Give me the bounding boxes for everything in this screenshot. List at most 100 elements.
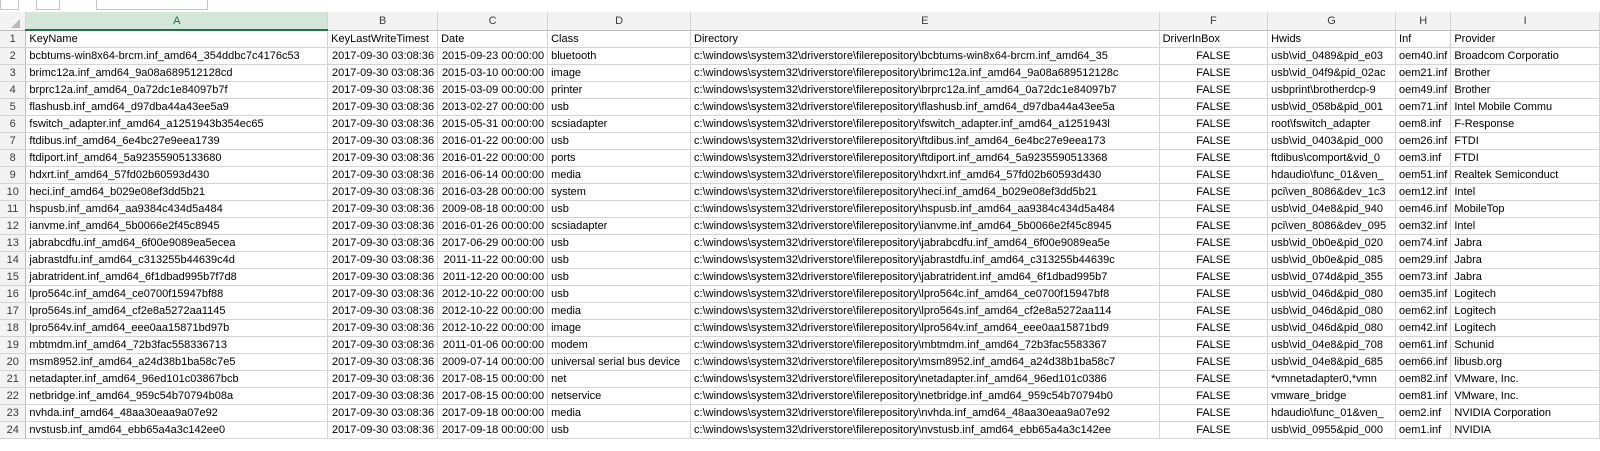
cell-e22[interactable]: c:\windows\system32\driverstore\filerepo… [690, 387, 1160, 405]
cell-i6[interactable]: F-Response [1450, 115, 1600, 133]
cell-a17[interactable]: lpro564s.inf_amd64_cf2e8a5272aa1145 [25, 302, 329, 320]
cell-i17[interactable]: Logitech [1450, 302, 1600, 320]
row-header[interactable]: 14 [0, 251, 27, 269]
cell-b20[interactable]: 2017-09-30 03:08:36 [327, 353, 439, 371]
cell-c22[interactable]: 2017-08-15 00:00:00 [437, 387, 549, 405]
cell-b1[interactable]: KeyLastWriteTimest [327, 30, 439, 48]
cell-h23[interactable]: oem2.inf [1395, 404, 1452, 422]
cell-i24[interactable]: NVIDIA [1450, 421, 1600, 439]
cell-d1[interactable]: Class [547, 30, 692, 48]
cell-b15[interactable]: 2017-09-30 03:08:36 [327, 268, 439, 286]
cell-g19[interactable]: usb\vid_04e8&pid_708 [1267, 336, 1397, 354]
cell-e13[interactable]: c:\windows\system32\driverstore\filerepo… [690, 234, 1160, 252]
cell-i1[interactable]: Provider [1450, 30, 1600, 48]
cell-c7[interactable]: 2016-01-22 00:00:00 [437, 132, 549, 150]
cell-h4[interactable]: oem49.inf [1395, 81, 1452, 99]
cell-h24[interactable]: oem1.inf [1395, 421, 1452, 439]
cell-f19[interactable]: FALSE [1159, 336, 1269, 354]
column-header-h[interactable]: H [1395, 12, 1452, 31]
cell-a22[interactable]: netbridge.inf_amd64_959c54b70794b08a [25, 387, 329, 405]
cell-a7[interactable]: ftdibus.inf_amd64_6e4bc27e9eea1739 [25, 132, 329, 150]
cell-a13[interactable]: jabrabcdfu.inf_amd64_6f00e9089ea5ecea [25, 234, 329, 252]
cell-a10[interactable]: heci.inf_amd64_b029e08ef3dd5b21 [25, 183, 329, 201]
cell-i21[interactable]: VMware, Inc. [1450, 370, 1600, 388]
cell-g18[interactable]: usb\vid_046d&pid_080 [1267, 319, 1397, 337]
cell-g16[interactable]: usb\vid_046d&pid_080 [1267, 285, 1397, 303]
cell-i20[interactable]: libusb.org [1450, 353, 1600, 371]
cell-e7[interactable]: c:\windows\system32\driverstore\filerepo… [690, 132, 1160, 150]
cell-e4[interactable]: c:\windows\system32\driverstore\filerepo… [690, 81, 1160, 99]
cell-b2[interactable]: 2017-09-30 03:08:36 [327, 47, 439, 65]
cell-f17[interactable]: FALSE [1159, 302, 1269, 320]
column-header-e[interactable]: E [690, 12, 1160, 31]
cell-d20[interactable]: universal serial bus device [547, 353, 692, 371]
cell-h9[interactable]: oem51.inf [1395, 166, 1452, 184]
cell-a2[interactable]: bcbtums-win8x64-brcm.inf_amd64_354ddbc7c… [25, 47, 329, 65]
cell-h7[interactable]: oem26.inf [1395, 132, 1452, 150]
row-header[interactable]: 5 [0, 98, 27, 116]
cell-h10[interactable]: oem12.inf [1395, 183, 1452, 201]
cell-a5[interactable]: flashusb.inf_amd64_d97dba44a43ee5a9 [25, 98, 329, 116]
cell-a23[interactable]: nvhda.inf_amd64_48aa30eaa9a07e92 [25, 404, 329, 422]
cell-c9[interactable]: 2016-06-14 00:00:00 [437, 166, 549, 184]
cell-f23[interactable]: FALSE [1159, 404, 1269, 422]
cell-b11[interactable]: 2017-09-30 03:08:36 [327, 200, 439, 218]
cell-b17[interactable]: 2017-09-30 03:08:36 [327, 302, 439, 320]
cell-a19[interactable]: mbtmdm.inf_amd64_72b3fac558336713 [25, 336, 329, 354]
cell-d7[interactable]: usb [547, 132, 692, 150]
cell-f8[interactable]: FALSE [1159, 149, 1269, 167]
cell-d21[interactable]: net [547, 370, 692, 388]
cell-d19[interactable]: modem [547, 336, 692, 354]
cell-i22[interactable]: VMware, Inc. [1450, 387, 1600, 405]
cell-f10[interactable]: FALSE [1159, 183, 1269, 201]
formula-bar-edge[interactable] [36, 0, 60, 10]
column-header-f[interactable]: F [1159, 12, 1269, 31]
cell-e2[interactable]: c:\windows\system32\driverstore\filerepo… [690, 47, 1160, 65]
cell-h6[interactable]: oem8.inf [1395, 115, 1452, 133]
cell-c18[interactable]: 2012-10-22 00:00:00 [437, 319, 549, 337]
cell-g10[interactable]: pci\ven_8086&dev_1c3 [1267, 183, 1397, 201]
cell-d8[interactable]: ports [547, 149, 692, 167]
row-header[interactable]: 22 [0, 387, 27, 405]
cell-a1[interactable]: KeyName [25, 30, 329, 48]
cell-a11[interactable]: hspusb.inf_amd64_aa9384c434d5a484 [25, 200, 329, 218]
cell-c11[interactable]: 2009-08-18 00:00:00 [437, 200, 549, 218]
cell-f3[interactable]: FALSE [1159, 64, 1269, 82]
row-header[interactable]: 11 [0, 200, 27, 218]
row-header[interactable]: 20 [0, 353, 27, 371]
cell-f18[interactable]: FALSE [1159, 319, 1269, 337]
cell-f12[interactable]: FALSE [1159, 217, 1269, 235]
cell-e3[interactable]: c:\windows\system32\driverstore\filerepo… [690, 64, 1160, 82]
cell-f16[interactable]: FALSE [1159, 285, 1269, 303]
cell-e16[interactable]: c:\windows\system32\driverstore\filerepo… [690, 285, 1160, 303]
cell-e8[interactable]: c:\windows\system32\driverstore\filerepo… [690, 149, 1160, 167]
cell-g7[interactable]: usb\vid_0403&pid_000 [1267, 132, 1397, 150]
cell-b24[interactable]: 2017-09-30 03:08:36 [327, 421, 439, 439]
column-header-c[interactable]: C [437, 12, 549, 31]
cell-i11[interactable]: MobileTop [1450, 200, 1600, 218]
cell-g5[interactable]: usb\vid_058b&pid_001 [1267, 98, 1397, 116]
cell-g1[interactable]: Hwids [1267, 30, 1397, 48]
cell-e17[interactable]: c:\windows\system32\driverstore\filerepo… [690, 302, 1160, 320]
cell-b4[interactable]: 2017-09-30 03:08:36 [327, 81, 439, 99]
cell-d12[interactable]: scsiadapter [547, 217, 692, 235]
cell-b22[interactable]: 2017-09-30 03:08:36 [327, 387, 439, 405]
column-header-g[interactable]: G [1267, 12, 1397, 31]
cell-d3[interactable]: image [547, 64, 692, 82]
cell-b10[interactable]: 2017-09-30 03:08:36 [327, 183, 439, 201]
cell-e23[interactable]: c:\windows\system32\driverstore\filerepo… [690, 404, 1160, 422]
cell-f24[interactable]: FALSE [1159, 421, 1269, 439]
cell-b18[interactable]: 2017-09-30 03:08:36 [327, 319, 439, 337]
cell-c6[interactable]: 2015-05-31 00:00:00 [437, 115, 549, 133]
cell-i15[interactable]: Jabra [1450, 268, 1600, 286]
cell-i14[interactable]: Jabra [1450, 251, 1600, 269]
row-header[interactable]: 16 [0, 285, 27, 303]
cell-h5[interactable]: oem71.inf [1395, 98, 1452, 116]
cell-i4[interactable]: Brother [1450, 81, 1600, 99]
cell-a21[interactable]: netadapter.inf_amd64_96ed101c03867bcb [25, 370, 329, 388]
cell-b16[interactable]: 2017-09-30 03:08:36 [327, 285, 439, 303]
cell-e10[interactable]: c:\windows\system32\driverstore\filerepo… [690, 183, 1160, 201]
cell-e18[interactable]: c:\windows\system32\driverstore\filerepo… [690, 319, 1160, 337]
row-header[interactable]: 9 [0, 166, 27, 184]
cell-b8[interactable]: 2017-09-30 03:08:36 [327, 149, 439, 167]
